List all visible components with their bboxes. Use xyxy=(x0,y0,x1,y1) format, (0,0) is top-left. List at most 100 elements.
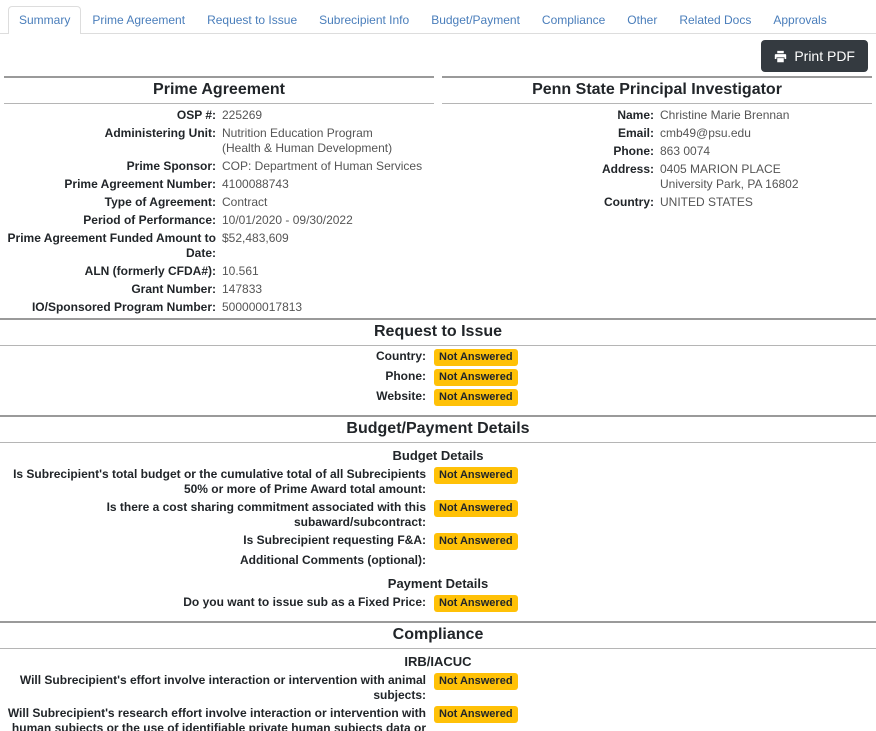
field-value: UNITED STATES xyxy=(660,195,753,209)
field-label: Country: xyxy=(604,195,654,209)
field-label: OSP #: xyxy=(176,108,216,122)
status-badge: Not Answered xyxy=(434,673,518,690)
field-row: Country: Not Answered xyxy=(0,349,876,366)
status-badge: Not Answered xyxy=(434,467,518,484)
field-label: Will Subrecipient's effort involve inter… xyxy=(19,673,426,702)
status-badge: Not Answered xyxy=(434,369,518,386)
field-row: Prime Agreement Funded Amount to Date: $… xyxy=(4,231,434,261)
tab-budget-payment[interactable]: Budget/Payment xyxy=(420,6,531,34)
tab-summary[interactable]: Summary xyxy=(8,6,82,34)
principal-investigator-fields: Name: Christine Marie Brennan Email: cmb… xyxy=(442,104,872,210)
payment-details-title: Payment Details xyxy=(387,576,489,591)
field-label: Email: xyxy=(617,126,654,140)
field-row: Type of Agreement: Contract xyxy=(4,195,434,210)
field-row: Will Subrecipient's research effort invo… xyxy=(0,706,876,731)
field-value: 147833 xyxy=(222,282,263,296)
budget-details-title: Budget Details xyxy=(392,448,484,463)
printer-icon xyxy=(774,50,787,63)
field-row: Additional Comments (optional): xyxy=(0,553,876,568)
field-row: Is Subrecipient's total budget or the cu… xyxy=(0,467,876,497)
field-row: Website: Not Answered xyxy=(0,389,876,406)
field-row: Grant Number: 147833 xyxy=(4,282,434,297)
tab-other[interactable]: Other xyxy=(616,6,668,34)
field-label: Grant Number: xyxy=(131,282,216,296)
field-value: Not Answered xyxy=(434,349,876,366)
tab-related-docs[interactable]: Related Docs xyxy=(668,6,762,34)
field-row: Phone: Not Answered xyxy=(0,369,876,386)
status-badge: Not Answered xyxy=(434,706,518,723)
field-label: Administering Unit: xyxy=(104,126,216,140)
field-value: Not Answered xyxy=(434,595,876,612)
field-label: Prime Sponsor: xyxy=(126,159,216,173)
field-row: Email: cmb49@psu.edu xyxy=(442,126,872,141)
field-value: 863 0074 xyxy=(660,144,711,158)
field-row: Is Subrecipient requesting F&A: Not Answ… xyxy=(0,533,876,550)
field-value: Not Answered xyxy=(434,369,876,386)
field-value: Nutrition Education Program (Health & Hu… xyxy=(222,126,393,155)
field-label: Country: xyxy=(376,349,426,363)
field-label: IO/Sponsored Program Number: xyxy=(31,300,216,314)
field-row: Prime Agreement Number: 4100088743 xyxy=(4,177,434,192)
field-label: Prime Agreement Number: xyxy=(64,177,216,191)
field-label: Period of Performance: xyxy=(83,213,216,227)
field-value: COP: Department of Human Services xyxy=(222,159,423,173)
field-label: Is Subrecipient requesting F&A: xyxy=(243,533,426,547)
field-value: Not Answered xyxy=(434,533,876,550)
status-badge: Not Answered xyxy=(434,533,518,550)
field-row: Phone: 863 0074 xyxy=(442,144,872,159)
field-row: Administering Unit: Nutrition Education … xyxy=(4,126,434,156)
field-value: Not Answered xyxy=(434,673,876,690)
field-label: Phone: xyxy=(613,144,654,158)
tab-request-to-issue[interactable]: Request to Issue xyxy=(196,6,308,34)
field-value: Not Answered xyxy=(434,706,876,723)
principal-investigator-title: Penn State Principal Investigator xyxy=(532,81,782,98)
budget-payment-title: Budget/Payment Details xyxy=(346,420,530,437)
irb-iacuc-title: IRB/IACUC xyxy=(404,654,472,669)
tab-bar: Summary Prime Agreement Request to Issue… xyxy=(0,0,876,34)
field-label: ALN (formerly CFDA#): xyxy=(84,264,216,278)
principal-investigator-panel: Penn State Principal Investigator Name: … xyxy=(438,76,876,318)
field-row: Is there a cost sharing commitment assoc… xyxy=(0,500,876,530)
field-label: Type of Agreement: xyxy=(104,195,216,209)
field-value: 0405 MARION PLACE University Park, PA 16… xyxy=(660,162,799,191)
field-label: Will Subrecipient's research effort invo… xyxy=(7,706,426,731)
field-value: $52,483,609 xyxy=(222,231,289,245)
field-row: IO/Sponsored Program Number: 50000001781… xyxy=(4,300,434,315)
tab-compliance[interactable]: Compliance xyxy=(531,6,616,34)
field-value: cmb49@psu.edu xyxy=(660,126,751,140)
field-row: Will Subrecipient's effort involve inter… xyxy=(0,673,876,703)
field-row: Address: 0405 MARION PLACE University Pa… xyxy=(442,162,872,192)
tab-approvals[interactable]: Approvals xyxy=(762,6,837,34)
field-row: Do you want to issue sub as a Fixed Pric… xyxy=(0,595,876,612)
field-label: Is there a cost sharing commitment assoc… xyxy=(106,500,426,529)
tab-subrecipient-info[interactable]: Subrecipient Info xyxy=(308,6,420,34)
field-label: Name: xyxy=(617,108,654,122)
field-label: Phone: xyxy=(385,369,426,383)
field-value: Not Answered xyxy=(434,500,876,517)
field-row: ALN (formerly CFDA#): 10.561 xyxy=(4,264,434,279)
request-to-issue-title: Request to Issue xyxy=(373,323,503,340)
status-badge: Not Answered xyxy=(434,500,518,517)
field-value: Not Answered xyxy=(434,389,876,406)
compliance-title: Compliance xyxy=(392,626,484,643)
field-value: 225269 xyxy=(222,108,263,122)
field-row: OSP #: 225269 xyxy=(4,108,434,123)
field-row: Prime Sponsor: COP: Department of Human … xyxy=(4,159,434,174)
toolbar: Print PDF xyxy=(0,34,876,76)
tab-prime-agreement[interactable]: Prime Agreement xyxy=(81,6,196,34)
field-value: 500000017813 xyxy=(222,300,303,314)
field-value: Not Answered xyxy=(434,467,876,484)
field-label: Website: xyxy=(376,389,426,403)
status-badge: Not Answered xyxy=(434,349,518,366)
prime-agreement-panel: Prime Agreement OSP #: 225269 Administer… xyxy=(0,76,438,318)
prime-agreement-title: Prime Agreement xyxy=(153,81,285,98)
field-row: Period of Performance: 10/01/2020 - 09/3… xyxy=(4,213,434,228)
top-panels: Prime Agreement OSP #: 225269 Administer… xyxy=(0,76,876,318)
field-row: Country: UNITED STATES xyxy=(442,195,872,210)
field-label: Additional Comments (optional): xyxy=(240,553,426,567)
field-label: Prime Agreement Funded Amount to Date: xyxy=(7,231,216,260)
print-pdf-button[interactable]: Print PDF xyxy=(761,40,868,72)
field-value: 10/01/2020 - 09/30/2022 xyxy=(222,213,353,227)
field-value xyxy=(434,553,876,568)
compliance-section: Compliance IRB/IACUC Will Subrecipient's… xyxy=(0,621,876,731)
